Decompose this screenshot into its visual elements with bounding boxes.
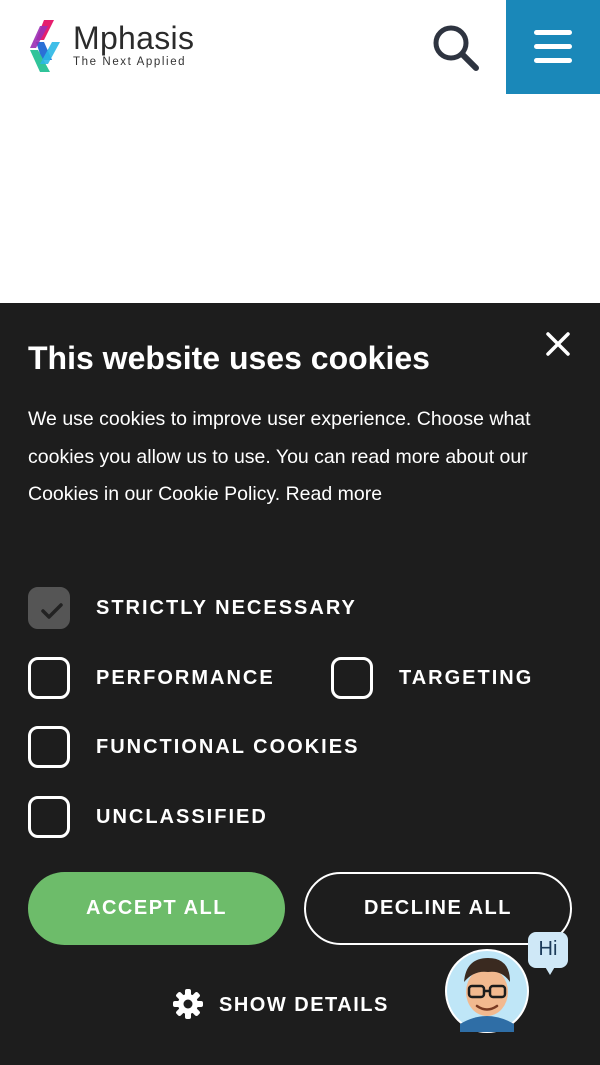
menu-button[interactable] [506, 0, 600, 94]
checkbox[interactable] [28, 726, 70, 768]
checkbox-label: PERFORMANCE [96, 667, 275, 689]
chatbot-greeting-bubble[interactable]: Hi [528, 932, 568, 968]
checkbox-label: TARGETING [399, 667, 534, 689]
logo-mark-icon [30, 20, 60, 72]
checkbox-label: STRICTLY NECESSARY [96, 597, 357, 619]
hamburger-menu-icon-line [534, 58, 572, 63]
checkbox-label: UNCLASSIFIED [96, 806, 268, 828]
gear-icon [173, 989, 203, 1019]
checkbox[interactable] [331, 657, 373, 699]
checkbox-label: FUNCTIONAL COOKIES [96, 736, 360, 758]
accept-all-button[interactable]: ACCEPT ALL [28, 872, 285, 945]
chatbot-launcher[interactable]: Hi [444, 932, 572, 1036]
hamburger-menu-icon-line [534, 44, 572, 49]
mphasis-logo[interactable]: Mphasis The Next Applied [30, 18, 230, 76]
read-more-link[interactable]: Read more [286, 483, 382, 505]
checkmark-icon [41, 603, 63, 619]
close-button[interactable] [540, 326, 576, 362]
search-icon [433, 25, 479, 71]
cookie-title: This website uses cookies [28, 340, 430, 376]
brand-tagline: The Next Applied [73, 56, 187, 68]
cookie-description-text: We use cookies to improve user experienc… [28, 408, 531, 506]
checkbox[interactable] [28, 587, 70, 629]
chatbot-bubble-tail [544, 965, 556, 975]
close-icon [546, 332, 570, 356]
hamburger-menu-icon [534, 30, 572, 35]
brand-name: Mphasis [73, 20, 195, 56]
chatbot-greeting: Hi [538, 938, 558, 960]
show-details-label: SHOW DETAILS [219, 994, 389, 1016]
chatbot-avatar-icon [445, 949, 529, 1033]
search-button[interactable] [428, 20, 482, 74]
cookie-description: We use cookies to improve user experienc… [28, 401, 578, 514]
site-header: Mphasis The Next Applied [0, 0, 600, 94]
checkbox[interactable] [28, 657, 70, 699]
checkbox[interactable] [28, 796, 70, 838]
